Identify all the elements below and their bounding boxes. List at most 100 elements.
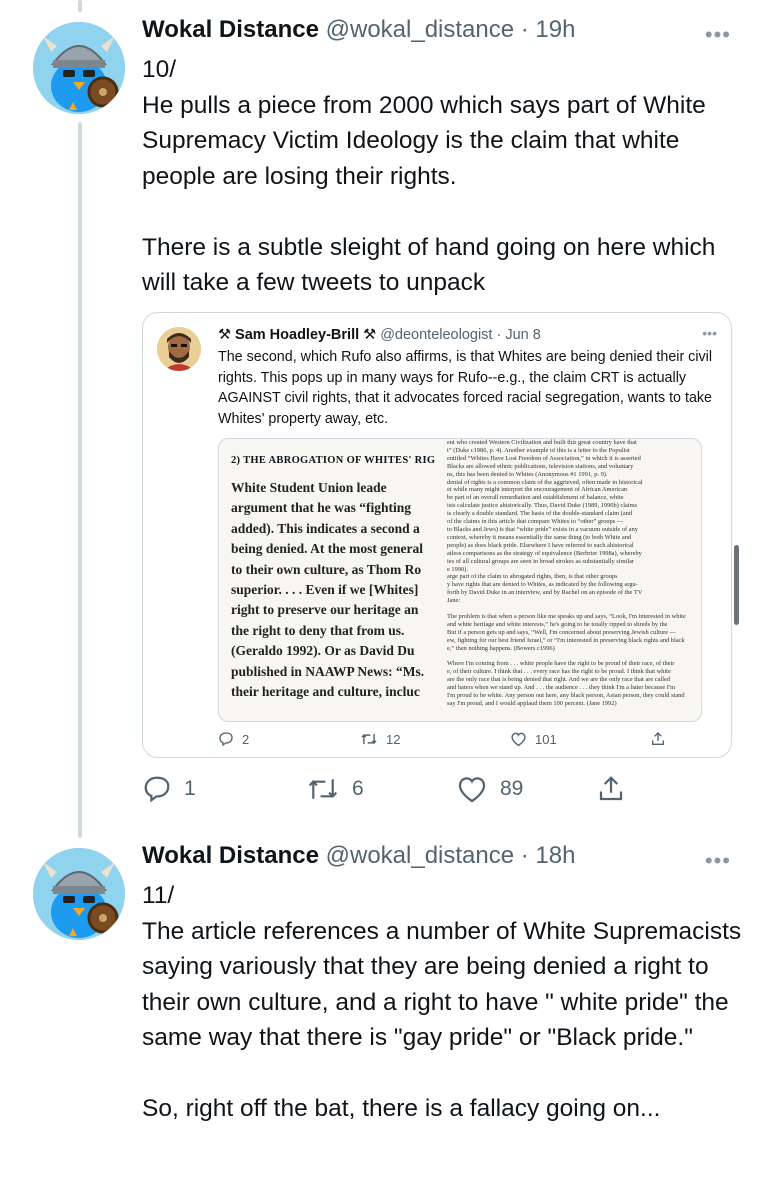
user-handle[interactable]: @wokal_distance: [326, 842, 514, 869]
scanned-page-small-line: people) as does black pride. Elsewhere I…: [447, 541, 634, 549]
scanned-page-small-line: be part of an overall remediation and es…: [447, 494, 624, 502]
quoted-image-scanned-page[interactable]: 2) THE ABROGATION OF WHITES' RIG White S…: [218, 438, 702, 722]
more-options-icon[interactable]: •••: [705, 22, 731, 48]
scanned-page-small-line: of the claims in this article that compa…: [447, 518, 624, 526]
viking-bird-avatar-icon: [33, 848, 125, 940]
scanned-page-small-line: and haters when we stand up. And . . . t…: [447, 684, 676, 692]
timestamp[interactable]: · 18h: [521, 842, 576, 869]
tweet-header: Wokal Distance @wokal_distance · 19h: [142, 16, 575, 44]
tweet-text: 11/ The article references a number of W…: [142, 882, 742, 1122]
retweet-icon: [308, 779, 338, 799]
scanned-page-small-line: Blacks are allowed ethnic publications, …: [447, 462, 634, 470]
reply-button[interactable]: 1: [142, 774, 196, 804]
scanned-page-line: to their own culture, as Thom Ro: [231, 561, 422, 577]
display-name[interactable]: Wokal Distance: [142, 16, 319, 43]
scanned-page-small-line: ists calculate justice ahistorically. Th…: [447, 502, 638, 510]
quoted-retweet-button[interactable]: 12: [360, 731, 400, 747]
user-handle[interactable]: @wokal_distance: [326, 16, 514, 43]
avatar[interactable]: [33, 848, 125, 940]
scanned-page-small-line: e,” then nothing happens. (Bowers c1996): [447, 644, 555, 652]
tweet-text: 10/ He pulls a piece from 2000 which say…: [142, 56, 716, 296]
quoted-avatar[interactable]: [157, 327, 201, 371]
quoted-timestamp[interactable]: · Jun 8: [497, 327, 541, 343]
scanned-page-small-line: e, of their culture. I think that . . . …: [447, 668, 671, 676]
scanned-page-small-line: I'm proud to be white. Any person out he…: [447, 692, 685, 699]
scanned-page-heading: 2) THE ABROGATION OF WHITES' RIG: [231, 455, 436, 466]
tweet-10[interactable]: Wokal Distance @wokal_distance · 19h •••…: [0, 16, 761, 816]
scanned-page-line: their heritage and culture, incluc: [231, 684, 420, 700]
share-button[interactable]: [596, 774, 626, 804]
share-icon: [652, 732, 664, 745]
scanned-page-small-line: The problem is that when a person like m…: [447, 612, 686, 620]
heart-icon: [511, 732, 526, 747]
avatar[interactable]: [33, 22, 125, 114]
person-avatar-icon: [157, 327, 201, 371]
quoted-reply-button[interactable]: 2: [218, 731, 249, 747]
quoted-share-button[interactable]: [650, 731, 666, 747]
share-icon: [599, 776, 623, 801]
scanned-page-small-line: is clearly a double standard. The basis …: [447, 510, 633, 518]
retweet-button[interactable]: 6: [306, 774, 364, 804]
quoted-text: The second, which Rufo also affirms, is …: [218, 349, 713, 427]
reply-count: 1: [184, 777, 196, 800]
quoted-like-button[interactable]: 101: [510, 731, 557, 747]
scanned-page-small-line: atless comparisons as the strategy of eq…: [447, 549, 642, 557]
scanned-page-small-line: say I'm proud, and I would applaud them …: [447, 699, 617, 707]
heart-icon: [458, 777, 486, 803]
scanned-page-small-line: arge part of the claim to abrogated righ…: [447, 573, 618, 581]
scanned-page-line: right to preserve our heritage an: [231, 602, 419, 618]
scanned-page-small-line: ies of all cultural groups are seen in b…: [447, 557, 635, 565]
quoted-reply-count: 2: [242, 731, 250, 747]
scanned-page-small-line: entitled “Whites Have Lost Freedom of As…: [447, 454, 641, 462]
more-options-icon[interactable]: •••: [705, 848, 731, 874]
scanned-page-left-lines: White Student Union leade argument that h…: [231, 478, 459, 702]
reply-icon: [144, 776, 170, 803]
quoted-header: ⚒ Sam Hoadley-Brill ⚒ @deonteleologist ·…: [218, 327, 541, 343]
retweet-count: 6: [352, 777, 364, 800]
scanned-page-left-column: 2) THE ABROGATION OF WHITES' RIG White S…: [231, 455, 459, 702]
quoted-more-options-icon[interactable]: •••: [702, 325, 717, 341]
scanned-page-line: added). This indicates a second a: [231, 520, 420, 536]
quoted-display-name[interactable]: ⚒ Sam Hoadley-Brill ⚒: [218, 327, 376, 343]
scanned-page-small-line: y have rights that are denied to Whites,…: [447, 581, 638, 589]
like-button[interactable]: 89: [456, 774, 523, 804]
scanned-page-small-line: ns, this has been denied to Whites (Anon…: [447, 470, 608, 478]
timestamp[interactable]: · 19h: [521, 16, 576, 43]
thread-line-top: [78, 0, 82, 12]
quoted-action-bar: 2 12 101: [218, 731, 698, 751]
quoted-tweet[interactable]: ⚒ Sam Hoadley-Brill ⚒ @deonteleologist ·…: [142, 312, 732, 758]
retweet-icon: [361, 733, 377, 745]
scanned-page-small-line: are the only race that is being denied t…: [447, 676, 671, 684]
scanned-page-small-line: [447, 605, 701, 613]
tweet-action-bar: 1 6 89: [142, 774, 642, 808]
scanned-page-small-line: and white heritage and white interests,”…: [447, 620, 668, 628]
scanned-page-right-lines: ent who created Western Civilization and…: [447, 439, 701, 708]
quoted-like-count: 101: [535, 731, 557, 747]
display-name[interactable]: Wokal Distance: [142, 842, 319, 869]
scanned-page-small-line: et while many might interpret the encour…: [447, 486, 628, 494]
scanned-page-small-line: [447, 652, 701, 660]
scanned-page-small-line: forth by David Duke in an interview, and…: [447, 589, 643, 597]
quoted-retweet-count: 12: [386, 731, 401, 747]
scanned-page-small-line: context, whereby it means essentially th…: [447, 533, 632, 541]
scanned-page-line: the right to deny that from us.: [231, 622, 405, 638]
scanned-page-small-line: But if a person gets up and says, “Well,…: [447, 628, 677, 636]
scanned-page-small-line: ent who created Western Civilization and…: [447, 439, 637, 446]
scanned-page-line: being denied. At the most general: [231, 541, 423, 557]
scanned-page-line: superior. . . . Even if we [Whites]: [231, 582, 419, 598]
scrollbar[interactable]: [734, 545, 739, 625]
scanned-page-small-line: denial of rights is a common claim of th…: [447, 478, 643, 486]
scanned-page-line: published in NAAWP News: “Ms.: [231, 663, 425, 679]
tweet-header: Wokal Distance @wokal_distance · 18h: [142, 842, 575, 870]
scanned-page-small-line: Where I'm coming from . . . white people…: [447, 660, 675, 668]
tweet-11[interactable]: Wokal Distance @wokal_distance · 18h •••…: [0, 842, 761, 1200]
scanned-page-small-line: t” (Duke c1986, p. 4). Another example o…: [447, 446, 630, 454]
viking-bird-avatar-icon: [33, 22, 125, 114]
reply-icon: [219, 732, 233, 747]
scanned-page-line: argument that he was “fighting: [231, 500, 412, 516]
scanned-page-line: (Geraldo 1992). Or as David Du: [231, 643, 415, 659]
scanned-page-line: White Student Union leade: [231, 480, 387, 495]
scanned-page-right-column: ent who created Western Civilization and…: [447, 439, 701, 721]
scanned-page-small-line: e 1990).: [447, 565, 468, 573]
quoted-handle[interactable]: @deonteleologist: [380, 327, 492, 343]
